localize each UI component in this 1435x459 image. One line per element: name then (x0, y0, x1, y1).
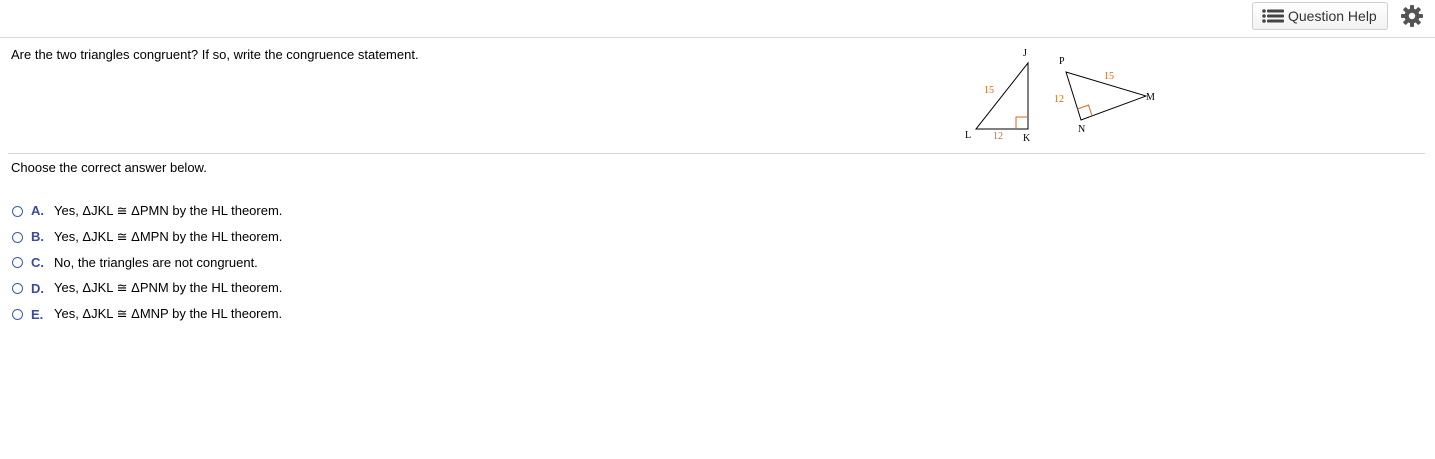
answer-option-b[interactable]: B. Yes, ΔJKL ≅ ΔMPN by the HL theorem. (12, 224, 282, 250)
answer-option-c[interactable]: C. No, the triangles are not congruent. (12, 250, 282, 276)
answer-text: Yes, ΔJKL ≅ ΔPNM by the HL theorem. (54, 280, 283, 296)
answer-letter: E. (31, 306, 44, 322)
radio-icon[interactable] (12, 309, 23, 321)
vertex-label-n: N (1078, 124, 1085, 135)
answer-letter: A. (31, 203, 44, 219)
vertex-label-m: M (1146, 92, 1155, 103)
triangles-figure: J K L 15 12 P N M 15 12 (965, 48, 1155, 144)
radio-icon[interactable] (12, 283, 23, 295)
radio-icon[interactable] (12, 231, 23, 243)
vertex-label-l: L (965, 130, 971, 141)
answer-option-e[interactable]: E. Yes, ΔJKL ≅ ΔMNP by the HL theorem. (12, 301, 282, 327)
top-toolbar: Question Help (0, 0, 1435, 38)
radio-icon[interactable] (12, 205, 23, 217)
vertex-label-j: J (1023, 48, 1027, 59)
answer-text: Yes, ΔJKL ≅ ΔMNP by the HL theorem. (54, 306, 283, 322)
answer-letter: D. (31, 280, 44, 296)
question-text: Are the two triangles congruent? If so, … (11, 47, 419, 62)
section-divider (8, 153, 1425, 154)
list-icon (1262, 9, 1284, 23)
question-help-label: Question Help (1288, 8, 1377, 24)
triangle-jkl (974, 61, 1029, 130)
vertex-label-p: P (1059, 56, 1065, 67)
side-label-pm: 15 (1104, 71, 1114, 82)
answer-options: A. Yes, ΔJKL ≅ ΔPMN by the HL theorem. B… (12, 198, 282, 327)
side-label-lk: 12 (993, 131, 1003, 142)
answer-letter: B. (31, 229, 44, 245)
vertex-label-k: K (1023, 133, 1031, 144)
answer-text: No, the triangles are not congruent. (54, 254, 258, 270)
question-help-button[interactable]: Question Help (1252, 2, 1388, 30)
side-label-pn: 12 (1054, 94, 1064, 105)
gear-icon[interactable] (1401, 5, 1423, 27)
answer-text: Yes, ΔJKL ≅ ΔMPN by the HL theorem. (54, 228, 283, 244)
page: Question Help Are the two triangles cong… (0, 0, 1435, 459)
answer-letter: C. (31, 254, 44, 270)
answer-text: Yes, ΔJKL ≅ ΔPMN by the HL theorem. (54, 202, 283, 218)
radio-icon[interactable] (12, 257, 23, 269)
answer-option-d[interactable]: D. Yes, ΔJKL ≅ ΔPNM by the HL theorem. (12, 275, 282, 301)
answer-option-a[interactable]: A. Yes, ΔJKL ≅ ΔPMN by the HL theorem. (12, 198, 282, 224)
right-angle-mark-k (1015, 116, 1028, 129)
side-label-jl: 15 (984, 85, 994, 96)
answer-prompt: Choose the correct answer below. (11, 160, 207, 175)
